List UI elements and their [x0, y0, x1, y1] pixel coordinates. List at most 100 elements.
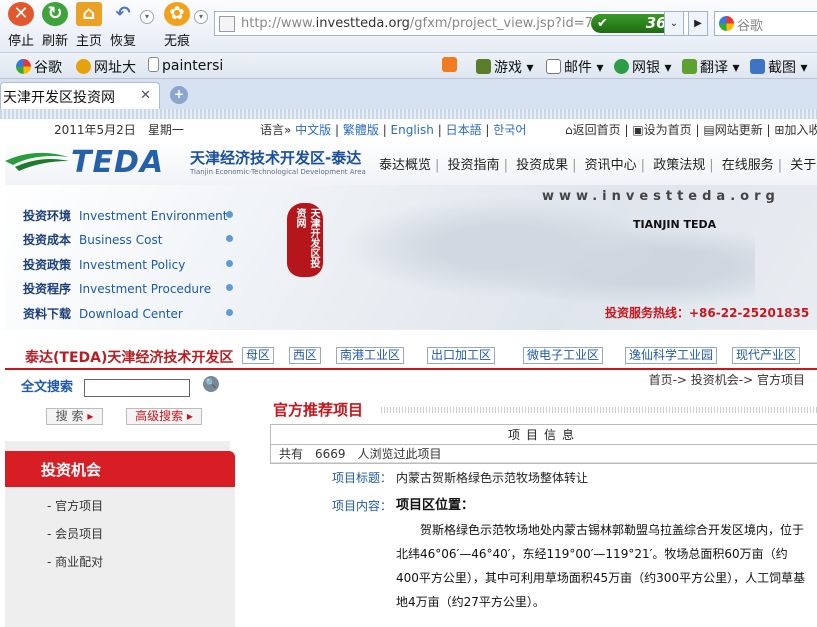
sidebar-item-matching[interactable]: - 商业配对	[47, 553, 103, 570]
zone-link[interactable]: 西区	[289, 347, 322, 364]
site-update-link[interactable]: ▤网站更新	[703, 123, 762, 137]
fav-translate[interactable]: 翻译 ▾	[682, 57, 739, 77]
incognito-button[interactable]: ✿ 无痕	[158, 2, 196, 49]
site-topline: 2011年5月2日 星期一 语言» 中文版 | 繁體版 | English | …	[0, 119, 817, 139]
fav-games[interactable]: 游戏 ▾	[476, 57, 533, 77]
search-button[interactable]: 搜 索 ▸	[46, 408, 103, 425]
home-link[interactable]: ⌂返回首页	[565, 123, 621, 137]
zone-link[interactable]: 现代产业区	[732, 347, 801, 364]
web-page: 2011年5月2日 星期一 语言» 中文版 | 繁體版 | English | …	[0, 109, 817, 627]
home-icon: ⌂	[76, 2, 102, 26]
content-paragraph: 贺斯格绿色示范牧场地处内蒙古锡林郭勒盟乌拉盖综合开发区境内，位于北纬46°06′…	[396, 523, 806, 609]
nav-results[interactable]: 投资成果	[512, 158, 572, 173]
fav-url-nav[interactable]: 网址大	[76, 57, 136, 77]
close-icon[interactable]: ✕	[140, 88, 151, 103]
lang-ja[interactable]: 日本語	[446, 123, 482, 137]
view-count-row: 共有 6669 人浏览过此项目	[271, 445, 817, 463]
tab-active[interactable]: 天津开发区投资网 ✕	[0, 82, 160, 109]
zone-link[interactable]: 微电子工业区	[523, 347, 604, 364]
tab-bar: 天津开发区投资网 ✕ +	[0, 79, 817, 109]
project-table: 项目信息 共有 6669 人浏览过此项目	[270, 424, 817, 464]
date: 2011年5月2日 星期一	[54, 123, 184, 137]
address-url[interactable]: http://www.investteda.org/gfxm/project_v…	[241, 16, 609, 31]
restore-button[interactable]: ↶ 恢复	[104, 2, 142, 49]
left-sidebar: 全文搜索 🔍 搜 索 ▸ 高级搜索 ▸ 投资机会 - 官方项目 - 会员项目 -…	[5, 371, 235, 627]
zone-link[interactable]: 出口加工区	[427, 347, 496, 364]
paw-icon: ✿	[164, 2, 190, 26]
zone-bar: 泰达(TEDA)天津经济技术开发区 母区 西区 南港工业区 出口加工区 微电子工…	[5, 342, 817, 370]
banner-link-cost[interactable]: 投资成本 Business Cost	[23, 231, 233, 248]
nav-news[interactable]: 资讯中心	[581, 158, 641, 173]
fav-screenshot[interactable]: 截图 ▾	[750, 57, 807, 77]
browser-toolbar: ✕ 停止 ↻ 刷新 ⌂ 主页 ↶ 恢复 ▾ ✿ 无痕 ▾ http://www.…	[0, 0, 817, 52]
home-button[interactable]: ⌂ 主页	[70, 2, 108, 49]
nav-about[interactable]: 关于我们	[786, 158, 817, 173]
refresh-icon: ↻	[42, 2, 68, 26]
fav-mail[interactable]: 邮件 ▾	[546, 57, 603, 77]
title-field-label: 项目标题：	[332, 471, 393, 485]
sidebar-section-title: 投资机会	[5, 441, 235, 487]
screenshot-icon	[750, 59, 765, 74]
zone-link[interactable]: 南港工业区	[336, 347, 405, 364]
sidebar-item-member[interactable]: - 会员项目	[47, 525, 103, 542]
search-icon[interactable]: 🔍	[203, 376, 219, 392]
search-engine-box[interactable]: 谷歌	[714, 11, 817, 36]
nav-guide[interactable]: 投资指南	[444, 158, 504, 173]
translate-icon	[682, 59, 697, 74]
restore-icon: ↶	[115, 3, 131, 24]
banner-link-download[interactable]: 资料下载 Download Center	[23, 305, 233, 322]
search-input[interactable]	[84, 379, 190, 397]
fav-bank[interactable]: 网银 ▾	[614, 57, 671, 77]
banner-link-policy[interactable]: 投资政策 Investment Policy	[23, 256, 233, 273]
mail-icon	[546, 59, 561, 74]
lang-zh-tw[interactable]: 繁體版	[343, 123, 379, 137]
table-header: 项目信息	[271, 425, 817, 445]
fav-paintersi[interactable]: paintersi	[148, 57, 223, 74]
stop-icon: ✕	[8, 2, 34, 26]
bullet-icon	[226, 211, 233, 218]
nav-policy[interactable]: 政策法规	[649, 158, 709, 173]
bullet-icon	[226, 235, 233, 242]
zone-title: 泰达(TEDA)天津经济技术开发区	[25, 350, 234, 366]
site-header: TEDA 天津经济技术开发区-泰达 Tianjin Economic-Techn…	[5, 139, 817, 185]
lang-ko[interactable]: 한국어	[493, 123, 526, 137]
banner-link-environment[interactable]: 投资环境 Investment Environment	[23, 207, 233, 224]
fav-tools-icon[interactable]	[442, 57, 460, 74]
title-field-value: 内蒙古贺斯格绿色示范牧场整体转让	[396, 471, 589, 485]
content-field-label: 项目内容：	[332, 499, 393, 513]
red-seal: 天津开发区投资网	[287, 203, 323, 277]
content-heading: 项目区位置：	[396, 498, 475, 513]
go-icon[interactable]: ▶	[688, 11, 708, 36]
main-nav: 泰达概览| 投资指南| 投资成果| 资讯中心| 政策法规| 在线服务| 关于我们	[375, 154, 817, 173]
page-icon	[219, 16, 235, 32]
address-bar[interactable]: http://www.investteda.org/gfxm/project_v…	[214, 11, 708, 36]
lang-en[interactable]: English	[391, 123, 434, 137]
new-tab-icon[interactable]: +	[170, 86, 188, 104]
google-icon	[16, 59, 31, 74]
content-body: 项目区位置： 贺斯格绿色示范牧场地处内蒙古锡林郭勒盟乌拉盖综合开发区境内，位于北…	[396, 496, 808, 614]
lang-zh-cn[interactable]: 中文版	[295, 123, 331, 137]
bullet-icon	[226, 260, 233, 267]
advanced-search-button[interactable]: 高级搜索 ▸	[126, 408, 202, 425]
bank-icon	[614, 59, 629, 74]
incognito-dropdown-icon[interactable]: ▾	[194, 10, 208, 24]
bullet-icon	[226, 284, 233, 291]
sidebar-item-official[interactable]: - 官方项目	[47, 497, 103, 514]
fav-google[interactable]: 谷歌	[16, 57, 62, 77]
sidebar-menu-bg	[5, 487, 235, 627]
zone-link[interactable]: 母区	[242, 347, 275, 364]
language-switcher: 语言» 中文版 | 繁體版 | English | 日本語 | 한국어	[260, 123, 527, 137]
address-dropdown-icon[interactable]: ⌄	[664, 11, 684, 36]
stop-button[interactable]: ✕ 停止	[2, 2, 40, 49]
zone-link[interactable]: 逸仙科学工业园	[625, 347, 718, 364]
refresh-button[interactable]: ↻ 刷新	[36, 2, 74, 49]
add-favorite-link[interactable]: ⊞加入收藏	[774, 123, 817, 137]
nav-service[interactable]: 在线服务	[718, 158, 778, 173]
nav-overview[interactable]: 泰达概览	[375, 158, 435, 173]
banner-link-procedure[interactable]: 投资程序 Investment Procedure	[23, 280, 233, 297]
teda-logo[interactable]: TEDA	[5, 145, 185, 180]
set-homepage-link[interactable]: ▣设为首页	[632, 123, 691, 137]
top-links: ⌂返回首页 | ▣设为首页 | ▤网站更新 | ⊞加入收藏	[565, 121, 817, 138]
restore-dropdown-icon[interactable]: ▾	[140, 10, 154, 24]
site-en-name: Tianjin Economic-Technological Developme…	[190, 168, 366, 176]
